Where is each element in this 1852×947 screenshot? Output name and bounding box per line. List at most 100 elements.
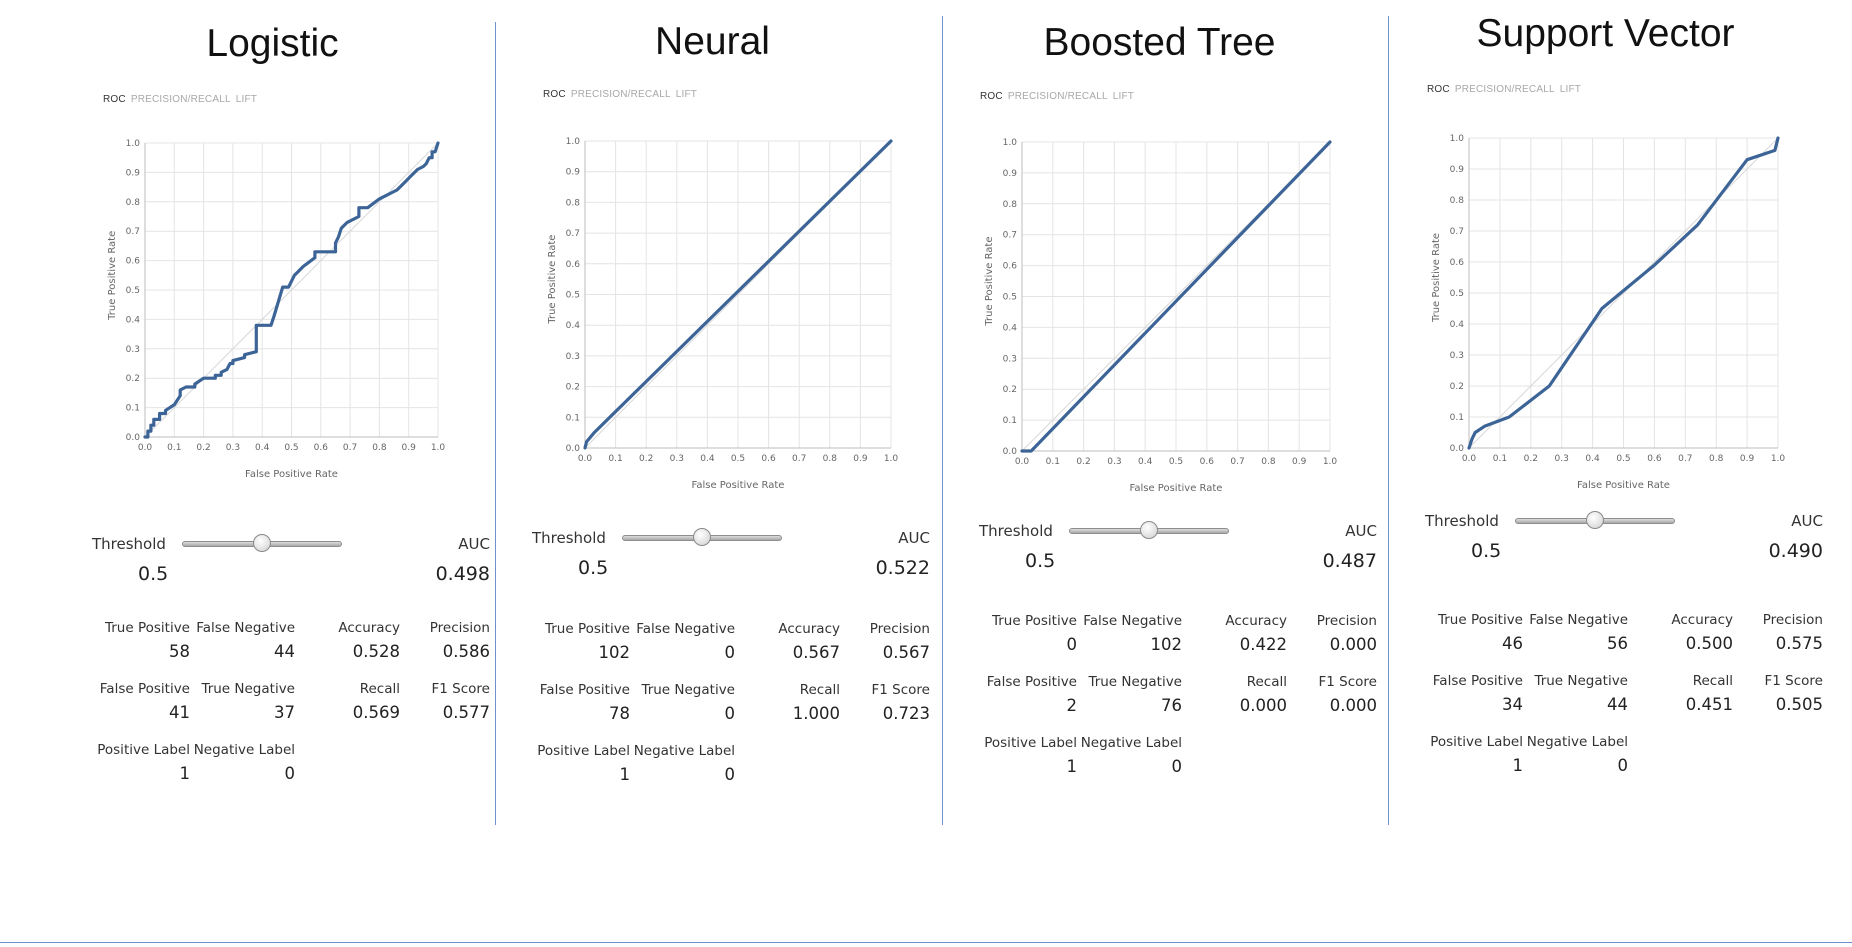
y-tick-label: 0.9 bbox=[1450, 165, 1465, 175]
tab-roc[interactable]: ROC bbox=[980, 91, 1003, 102]
stat-value-tn: 0 bbox=[724, 704, 736, 723]
stat-label-poslabel: Positive Label bbox=[1430, 734, 1523, 750]
tab-lift[interactable]: LIFT bbox=[236, 94, 257, 105]
y-tick-label: 0.2 bbox=[1450, 382, 1464, 392]
auc-value: 0.522 bbox=[875, 557, 930, 579]
x-tick-label: 0.4 bbox=[255, 443, 270, 453]
stat-label-fp: False Positive bbox=[539, 682, 630, 698]
stat-value-tp: 58 bbox=[169, 642, 190, 661]
tab-lift[interactable]: LIFT bbox=[1113, 91, 1134, 102]
y-tick-label: 0.8 bbox=[126, 198, 141, 208]
y-tick-label: 0.0 bbox=[1003, 447, 1018, 457]
tab-lift[interactable]: LIFT bbox=[676, 89, 697, 100]
stat-value-accuracy: 0.528 bbox=[352, 642, 400, 661]
stat-value-fn: 0 bbox=[724, 643, 736, 662]
stat-value-neglabel: 0 bbox=[1171, 757, 1183, 776]
y-axis-title: True Positive Rate bbox=[547, 235, 558, 325]
y-tick-label: 0.6 bbox=[126, 257, 141, 267]
stat-label-recall: Recall bbox=[1246, 674, 1287, 690]
slider-thumb[interactable] bbox=[1586, 511, 1604, 529]
threshold-slider[interactable] bbox=[182, 533, 342, 557]
threshold-label: Threshold bbox=[92, 535, 166, 553]
stat-value-precision: 0.575 bbox=[1775, 634, 1823, 653]
stat-label-recall: Recall bbox=[799, 682, 840, 698]
y-axis-title: True Positive Rate bbox=[984, 237, 995, 327]
stat-label-recall: Recall bbox=[1692, 673, 1733, 689]
threshold-value: 0.5 bbox=[578, 557, 609, 579]
threshold-slider[interactable] bbox=[622, 527, 782, 551]
stat-label-tn: True Negative bbox=[641, 682, 735, 698]
roc-chart: 0.00.0 0.1 0.1 0.2 0.2 0.3 0.3 0.4 0.4 0.5 0.5 0.6 0… bbox=[107, 139, 445, 480]
stat-value-precision: 0.567 bbox=[882, 643, 930, 662]
auc-value: 0.490 bbox=[1768, 540, 1823, 562]
stat-label-poslabel: Positive Label bbox=[984, 735, 1077, 751]
stat-value-poslabel: 1 bbox=[1066, 757, 1078, 776]
slider-thumb[interactable] bbox=[253, 534, 271, 552]
stat-value-precision: 0.000 bbox=[1329, 635, 1377, 654]
tab-roc[interactable]: ROC bbox=[103, 94, 126, 105]
y-tick-label: 1.0 bbox=[566, 137, 581, 147]
tab-precision-recall[interactable]: PRECISION/RECALL bbox=[1455, 84, 1555, 95]
stat-label-tn: True Negative bbox=[201, 681, 295, 697]
model-title: Neural bbox=[655, 20, 770, 63]
chart-tabs: ROC PRECISION/RECALL LIFT bbox=[543, 89, 702, 100]
y-tick-label: 0.0 bbox=[566, 444, 581, 454]
x-tick-label: 0.8 bbox=[823, 454, 838, 464]
x-tick-label: 0.1 bbox=[608, 454, 622, 464]
x-tick-label: 1.0 bbox=[884, 454, 899, 464]
stat-label-accuracy: Accuracy bbox=[1671, 612, 1733, 628]
x-tick-label: 0.7 bbox=[343, 443, 357, 453]
chart-tabs: ROC PRECISION/RECALL LIFT bbox=[1427, 84, 1586, 95]
x-tick-label: 0.6 bbox=[1200, 457, 1215, 467]
tab-roc[interactable]: ROC bbox=[543, 89, 566, 100]
stat-label-neglabel: Negative Label bbox=[1526, 734, 1628, 750]
stat-value-f1: 0.577 bbox=[442, 703, 490, 722]
y-axis-title: True Positive Rate bbox=[1431, 233, 1442, 323]
x-tick-label: 0.5 bbox=[284, 443, 298, 453]
tab-precision-recall[interactable]: PRECISION/RECALL bbox=[131, 94, 231, 105]
stat-value-fp: 2 bbox=[1066, 696, 1078, 715]
y-tick-label: 1.0 bbox=[126, 139, 141, 149]
threshold-slider[interactable] bbox=[1515, 510, 1675, 534]
x-axis-title: False Positive Rate bbox=[245, 469, 338, 480]
threshold-slider[interactable] bbox=[1069, 520, 1229, 544]
y-tick-label: 0.2 bbox=[1003, 385, 1017, 395]
stat-label-recall: Recall bbox=[359, 681, 400, 697]
y-tick-label: 0.2 bbox=[566, 383, 580, 393]
y-tick-label: 0.7 bbox=[1450, 227, 1464, 237]
slider-thumb[interactable] bbox=[1140, 521, 1158, 539]
x-tick-label: 0.9 bbox=[1292, 457, 1307, 467]
stat-value-tp: 0 bbox=[1066, 635, 1078, 654]
x-tick-label: 1.0 bbox=[1323, 457, 1338, 467]
stat-value-f1: 0.723 bbox=[882, 704, 930, 723]
tab-precision-recall[interactable]: PRECISION/RECALL bbox=[1008, 91, 1108, 102]
x-axis-title: False Positive Rate bbox=[1577, 480, 1670, 491]
y-tick-label: 0.1 bbox=[126, 404, 140, 414]
y-tick-label: 0.4 bbox=[1450, 320, 1465, 330]
x-tick-label: 0.7 bbox=[792, 454, 806, 464]
tab-roc[interactable]: ROC bbox=[1427, 84, 1450, 95]
x-tick-label: 0.2 bbox=[1524, 454, 1538, 464]
tab-precision-recall[interactable]: PRECISION/RECALL bbox=[571, 89, 671, 100]
slider-thumb[interactable] bbox=[693, 528, 711, 546]
stat-label-accuracy: Accuracy bbox=[1225, 613, 1287, 629]
x-tick-label: 1.0 bbox=[1771, 454, 1786, 464]
y-tick-label: 0.3 bbox=[1003, 354, 1017, 364]
stat-value-recall: 0.451 bbox=[1685, 695, 1733, 714]
y-tick-label: 0.5 bbox=[1450, 289, 1464, 299]
y-tick-label: 1.0 bbox=[1450, 134, 1465, 144]
stat-label-tp: True Positive bbox=[991, 613, 1077, 629]
stat-label-fn: False Negative bbox=[1529, 612, 1628, 628]
stat-value-fp: 34 bbox=[1502, 695, 1523, 714]
x-axis-title: False Positive Rate bbox=[1130, 483, 1223, 494]
x-tick-label: 0.3 bbox=[1107, 457, 1121, 467]
threshold-label: Threshold bbox=[979, 522, 1053, 540]
x-tick-label: 0.0 bbox=[138, 443, 153, 453]
y-tick-label: 0.6 bbox=[566, 260, 581, 270]
x-tick-label: 0.9 bbox=[402, 443, 417, 453]
stat-value-precision: 0.586 bbox=[442, 642, 490, 661]
y-tick-label: 0.7 bbox=[1003, 231, 1017, 241]
y-tick-label: 0.0 bbox=[1450, 444, 1465, 454]
stat-value-fn: 44 bbox=[274, 642, 295, 661]
tab-lift[interactable]: LIFT bbox=[1560, 84, 1581, 95]
